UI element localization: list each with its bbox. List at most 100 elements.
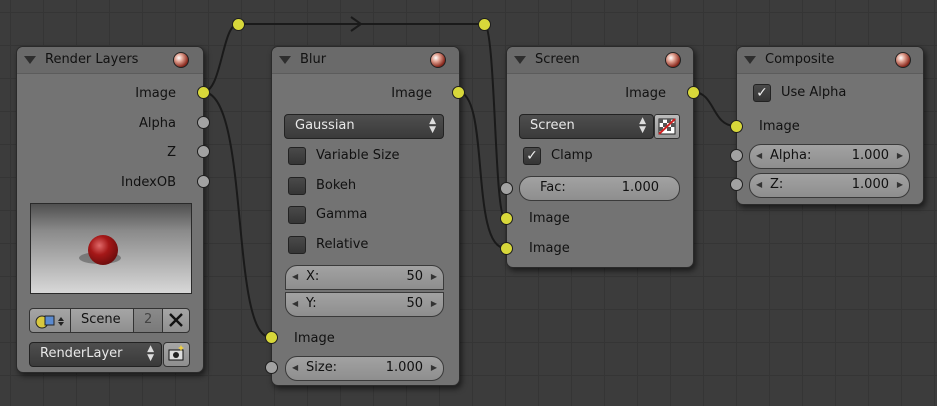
node-title: Blur bbox=[300, 52, 327, 67]
scene-users-count[interactable]: 2 bbox=[133, 308, 163, 333]
increment-arrow-icon[interactable]: ▶ bbox=[897, 180, 903, 189]
link-blur-to-screen-image2 bbox=[457, 91, 506, 249]
render-layer-dropdown[interactable]: RenderLayer ▲ ▼ bbox=[29, 342, 162, 367]
collapse-triangle-icon[interactable] bbox=[24, 56, 36, 64]
scene-name: Scene bbox=[81, 312, 121, 327]
output-label-z: Z bbox=[167, 145, 176, 160]
blur-node[interactable]: Blur Image Gaussian ▲ ▼ Variable Size Bok… bbox=[271, 46, 460, 386]
socket-in-image-1[interactable] bbox=[500, 212, 513, 225]
socket-in-z[interactable] bbox=[730, 178, 743, 191]
output-label-image: Image bbox=[391, 86, 432, 101]
size-y-label: Y: bbox=[306, 296, 317, 311]
updown-arrow-icon: ▲ ▼ bbox=[639, 116, 646, 135]
input-label-image: Image bbox=[759, 119, 800, 134]
socket-out-image[interactable] bbox=[197, 86, 210, 99]
preview-toggle-icon[interactable] bbox=[430, 52, 446, 68]
node-title: Screen bbox=[535, 52, 580, 67]
reroute-node-right[interactable] bbox=[478, 18, 491, 31]
updown-arrow-icon: ▲ ▼ bbox=[147, 344, 154, 363]
fac-label: Fac: bbox=[540, 180, 566, 195]
z-slider[interactable]: ◀ Z: 1.000 ▶ bbox=[749, 173, 910, 198]
node-header[interactable]: Blur bbox=[272, 47, 459, 74]
reroute-arrow-icon bbox=[350, 16, 363, 32]
increment-arrow-icon[interactable]: ▶ bbox=[431, 272, 437, 281]
output-label-image: Image bbox=[625, 86, 666, 101]
decrement-arrow-icon[interactable]: ◀ bbox=[292, 272, 298, 281]
use-alpha-toggle[interactable] bbox=[654, 114, 680, 139]
clamp-checkbox[interactable]: ✓ bbox=[523, 147, 541, 165]
preview-toggle-icon[interactable] bbox=[665, 52, 681, 68]
relative-label: Relative bbox=[316, 237, 369, 252]
collapse-triangle-icon[interactable] bbox=[279, 56, 291, 64]
size-y-field[interactable]: ◀ Y: 50 ▶ bbox=[285, 292, 444, 317]
collapse-triangle-icon[interactable] bbox=[744, 56, 756, 64]
scene-count: 2 bbox=[144, 312, 153, 327]
increment-arrow-icon[interactable]: ▶ bbox=[431, 299, 437, 308]
scene-unlink-button[interactable] bbox=[162, 308, 190, 333]
blend-mode-value: Screen bbox=[530, 118, 575, 133]
camera-icon bbox=[168, 345, 184, 361]
socket-out-image[interactable] bbox=[452, 86, 465, 99]
variable-size-checkbox[interactable] bbox=[288, 147, 306, 165]
reroute-node-left[interactable] bbox=[232, 18, 245, 31]
alpha-checker-icon bbox=[658, 118, 676, 135]
decrement-arrow-icon[interactable]: ◀ bbox=[292, 299, 298, 308]
z-label: Z: bbox=[770, 177, 784, 192]
socket-in-image-2[interactable] bbox=[500, 242, 513, 255]
blend-mode-dropdown[interactable]: Screen ▲ ▼ bbox=[519, 114, 654, 139]
socket-out-z[interactable] bbox=[197, 145, 210, 158]
node-title: Composite bbox=[765, 52, 835, 67]
input-label-image-1: Image bbox=[529, 211, 570, 226]
size-x-value: 50 bbox=[406, 269, 423, 284]
fac-field[interactable]: Fac: 1.000 bbox=[519, 176, 680, 201]
alpha-label: Alpha: bbox=[770, 148, 812, 163]
variable-size-label: Variable Size bbox=[316, 148, 400, 163]
socket-in-image[interactable] bbox=[265, 331, 278, 344]
bokeh-checkbox[interactable] bbox=[288, 177, 306, 195]
input-label-image: Image bbox=[294, 331, 335, 346]
socket-in-alpha[interactable] bbox=[730, 149, 743, 162]
relative-checkbox[interactable] bbox=[288, 236, 306, 254]
node-header[interactable]: Render Layers bbox=[17, 47, 203, 74]
z-value: 1.000 bbox=[851, 177, 889, 192]
preview-toggle-icon[interactable] bbox=[173, 52, 189, 68]
size-x-label: X: bbox=[306, 269, 320, 284]
gamma-checkbox[interactable] bbox=[288, 206, 306, 224]
close-icon bbox=[169, 313, 183, 327]
link-screen-to-composite bbox=[692, 91, 736, 127]
increment-arrow-icon[interactable]: ▶ bbox=[431, 363, 437, 372]
collapse-triangle-icon[interactable] bbox=[514, 56, 526, 64]
clamp-label: Clamp bbox=[551, 148, 593, 163]
node-title: Render Layers bbox=[45, 52, 139, 67]
socket-in-fac[interactable] bbox=[500, 182, 513, 195]
size-x-field[interactable]: ◀ X: 50 ▶ bbox=[285, 265, 444, 290]
updown-arrow-icon: ▲ ▼ bbox=[429, 116, 436, 135]
socket-out-alpha[interactable] bbox=[197, 116, 210, 129]
preview-toggle-icon[interactable] bbox=[895, 52, 911, 68]
scene-name-field[interactable]: Scene bbox=[70, 308, 134, 333]
use-alpha-checkbox[interactable]: ✓ bbox=[753, 84, 771, 102]
alpha-slider[interactable]: ◀ Alpha: 1.000 ▶ bbox=[749, 144, 910, 169]
socket-in-image[interactable] bbox=[730, 120, 743, 133]
size-y-value: 50 bbox=[406, 296, 423, 311]
input-label-image-2: Image bbox=[529, 241, 570, 256]
screen-mix-node[interactable]: Screen Image Screen ▲ ▼ ✓ Clamp Fac: 1.00… bbox=[506, 46, 694, 268]
size-factor-slider[interactable]: ◀ Size: 1.000 ▶ bbox=[285, 356, 444, 381]
scene-icon bbox=[35, 315, 64, 329]
socket-in-size[interactable] bbox=[265, 361, 278, 374]
decrement-arrow-icon[interactable]: ◀ bbox=[756, 180, 762, 189]
decrement-arrow-icon[interactable]: ◀ bbox=[292, 363, 298, 372]
node-header[interactable]: Screen bbox=[507, 47, 693, 74]
node-header[interactable]: Composite bbox=[737, 47, 923, 74]
socket-out-indexob[interactable] bbox=[197, 175, 210, 188]
filter-type-dropdown[interactable]: Gaussian ▲ ▼ bbox=[284, 114, 444, 139]
socket-out-image[interactable] bbox=[687, 86, 700, 99]
render-layer-button[interactable] bbox=[163, 342, 190, 367]
increment-arrow-icon[interactable]: ▶ bbox=[897, 151, 903, 160]
decrement-arrow-icon[interactable]: ◀ bbox=[756, 151, 762, 160]
render-layer-value: RenderLayer bbox=[40, 346, 123, 361]
scene-browse-button[interactable] bbox=[29, 308, 71, 333]
render-layers-node[interactable]: Render Layers Image Alpha Z IndexOB Scen… bbox=[16, 46, 204, 373]
fac-value: 1.000 bbox=[621, 180, 659, 195]
composite-node[interactable]: Composite ✓ Use Alpha Image ◀ Alpha: 1.0… bbox=[736, 46, 924, 205]
